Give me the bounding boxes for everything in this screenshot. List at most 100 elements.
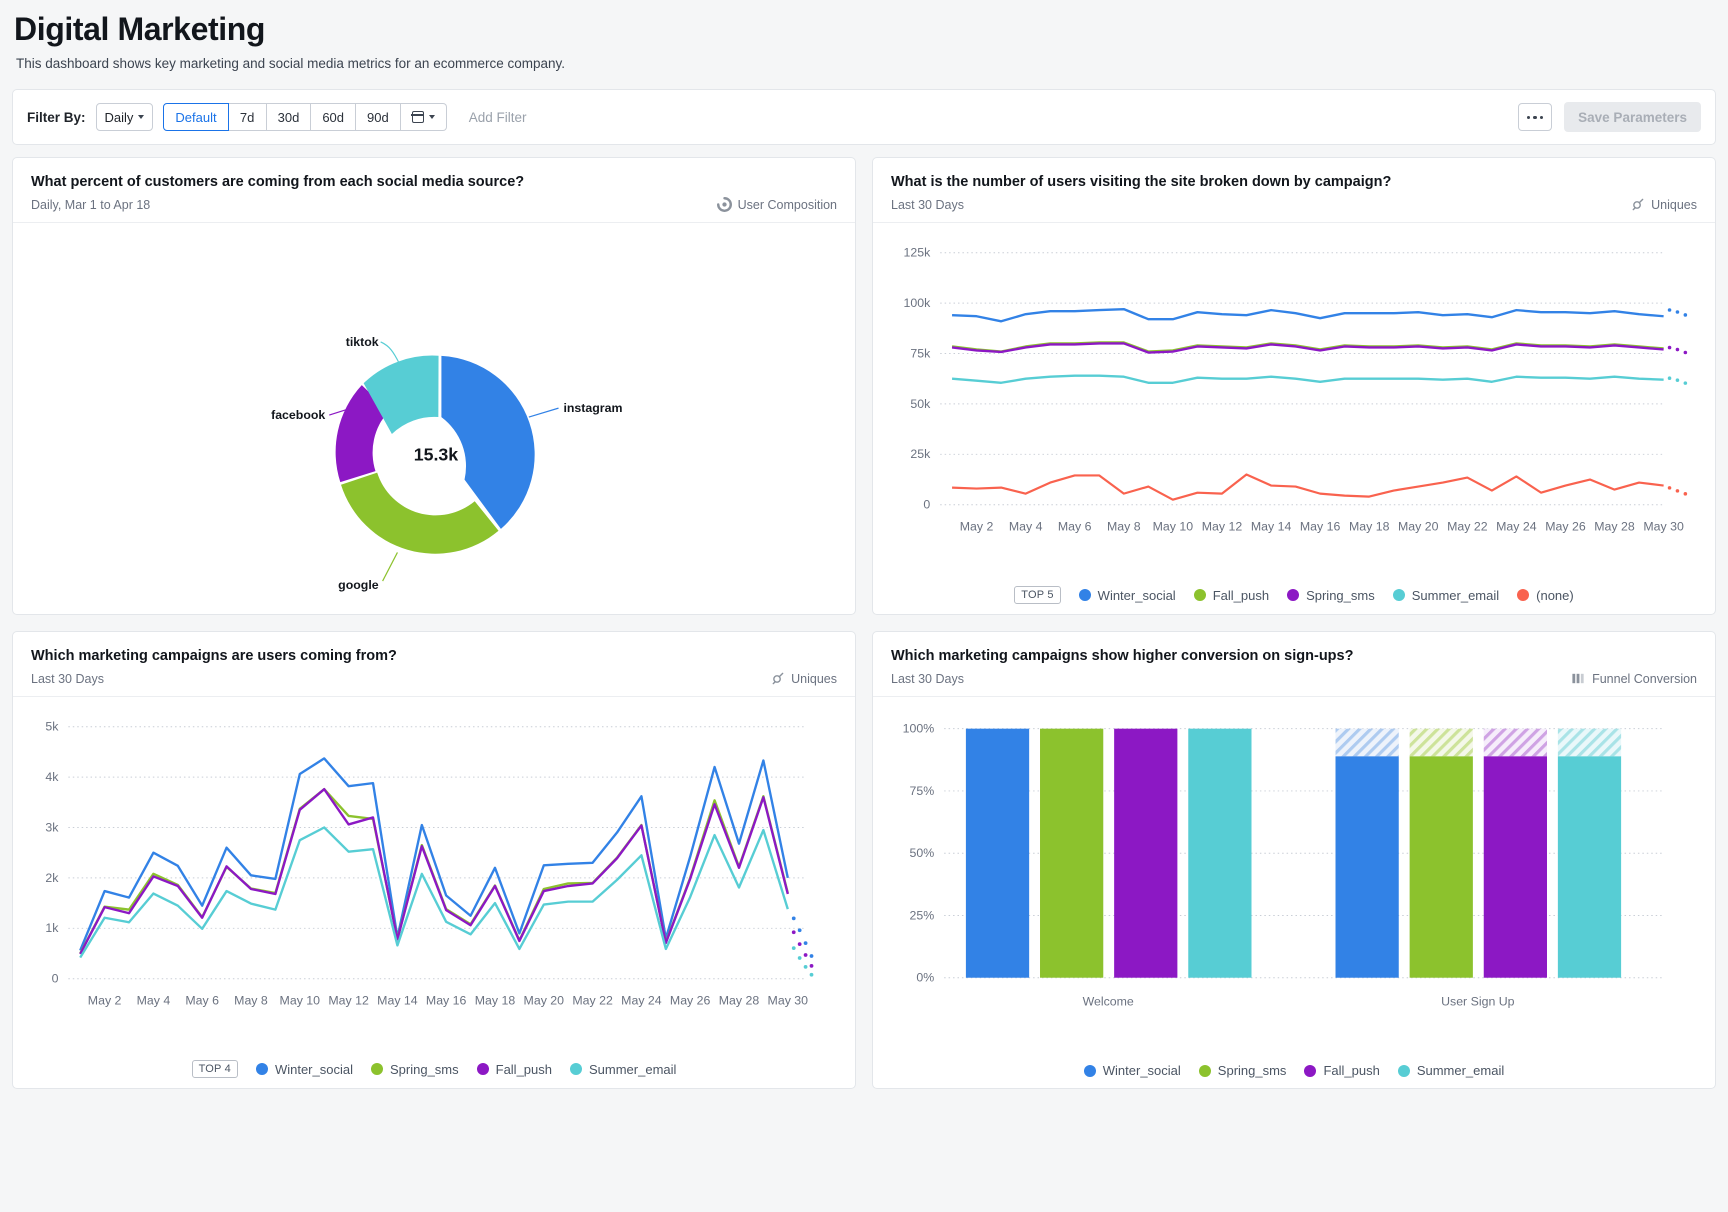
range-option-60d[interactable]: 60d [311,103,356,131]
x-tick-label: May 4 [137,994,171,1008]
interval-select[interactable]: Daily [96,103,154,131]
legend-item-winter-social[interactable]: Winter_social [1084,1063,1181,1078]
legend-item-fall-push[interactable]: Fall_push [1194,588,1269,603]
x-tick-label: May 22 [1447,520,1488,534]
legend-item-fall-push[interactable]: Fall_push [1304,1063,1379,1078]
filter-by-label: Filter By: [27,110,86,125]
tiles-grid: What percent of customers are coming fro… [12,157,1716,1089]
legend-swatch [1398,1065,1410,1077]
legend-label: Spring_sms [1306,588,1375,603]
x-tick-label: May 14 [377,994,418,1008]
range-option-90d[interactable]: 90d [356,103,401,131]
range-option-default[interactable]: Default [163,103,228,131]
legend-item-spring-sms[interactable]: Spring_sms [1287,588,1375,603]
legend-label: Spring_sms [1218,1063,1287,1078]
legend-label: Winter_social [1103,1063,1181,1078]
save-parameters-button[interactable]: Save Parameters [1564,102,1701,132]
tile-body: 5k 4k 3k 2k 1k 0 [13,696,855,1088]
y-tick-100: 100% [903,722,935,736]
line-chart-users-by-campaign: 125k 100k 75k 50k 25k 0 [873,223,1715,569]
x-tick-label: May 16 [1300,520,1341,534]
legend-item-spring-sms[interactable]: Spring_sms [371,1062,459,1077]
range-option-7d[interactable]: 7d [229,103,267,131]
x-tick-label: May 26 [1545,520,1586,534]
legend-item-none[interactable]: (none) [1517,588,1574,603]
bar-signup-winter-social[interactable] [1336,757,1399,978]
tile-title: Which marketing campaigns show higher co… [891,648,1697,664]
uniques-icon [1630,197,1645,212]
legend-swatch [371,1063,383,1075]
series-line-none[interactable] [952,475,1664,500]
legend-swatch [1393,589,1405,601]
bar-group-welcome [966,729,1252,978]
y-tick-0: 0% [916,971,934,985]
tile-meta[interactable]: Funnel Conversion [1571,671,1697,686]
x-tick-label: May 30 [1643,520,1684,534]
x-tick-label: May 8 [1107,520,1141,534]
bar-welcome-summer-email[interactable] [1188,729,1251,978]
x-tick-label: May 2 [960,520,994,534]
donut-leader-tiktok [381,342,400,364]
tile-body: 100% 75% 50% 25% 0% [873,696,1715,1088]
legend-swatch [477,1063,489,1075]
tile-meta-label: Uniques [791,672,837,686]
tile-users-by-campaign: What is the number of users visiting the… [872,157,1716,615]
tile-meta-label: Funnel Conversion [1592,672,1697,686]
x-tick-label: May 30 [768,994,809,1008]
projection-dots [792,917,814,977]
y-tick-25: 25% [910,909,935,923]
x-tick-welcome: Welcome [1083,995,1134,1009]
x-tick-label: May 26 [670,994,711,1008]
range-option-30d[interactable]: 30d [267,103,312,131]
legend-label: Fall_push [496,1062,552,1077]
more-options-button[interactable] [1518,103,1552,131]
series-line-summer-email[interactable] [80,828,788,958]
legend-item-summer-email[interactable]: Summer_email [1398,1063,1504,1078]
legend-swatch [1304,1065,1316,1077]
series-line-fall-push[interactable] [80,790,788,955]
donut-label-instagram: instagram [563,401,622,415]
tile-meta[interactable]: Uniques [1630,197,1697,212]
y-tick-50: 50% [910,847,935,861]
interval-select-value: Daily [105,110,134,125]
legend-item-winter-social[interactable]: Winter_social [256,1062,353,1077]
series-line-summer-email[interactable] [952,376,1664,383]
chart-legend: TOP 4 Winter_social Spring_sms Fall_push… [13,1060,855,1078]
tile-header: Which marketing campaigns show higher co… [873,632,1715,696]
bar-welcome-spring-sms[interactable] [1040,729,1103,978]
series-line-winter-social[interactable] [952,310,1664,322]
x-axis-tick-labels: May 2May 4May 6May 8May 10May 12May 14Ma… [88,994,808,1008]
y-tick-50k: 50k [910,397,931,411]
legend-swatch [1084,1065,1096,1077]
tile-meta[interactable]: User Composition [717,197,837,212]
donut-slice-instagram[interactable] [441,356,534,529]
series-line-winter-social[interactable] [80,759,788,951]
tile-title: What is the number of users visiting the… [891,174,1697,190]
legend-item-spring-sms[interactable]: Spring_sms [1199,1063,1287,1078]
add-filter-button[interactable]: Add Filter [469,110,527,125]
bar-signup-spring-sms[interactable] [1410,757,1473,978]
legend-item-winter-social[interactable]: Winter_social [1079,588,1176,603]
bar-signup-summer-email[interactable] [1558,757,1621,978]
x-tick-label: May 14 [1251,520,1292,534]
filter-bar: Filter By: Daily Default 7d 30d 60d 90d … [12,89,1716,145]
tile-header: What percent of customers are coming fro… [13,158,855,222]
x-tick-label: May 6 [185,994,219,1008]
uniques-icon [770,671,785,686]
series-line-spring-sms[interactable] [80,790,788,954]
x-tick-label: May 20 [524,994,565,1008]
legend-top-badge: TOP 5 [1014,586,1060,604]
y-tick-0: 0 [52,972,59,986]
page-title: Digital Marketing [14,10,1714,48]
x-tick-label: May 18 [1349,520,1390,534]
custom-date-range-button[interactable] [401,103,447,131]
x-tick-label: May 20 [1398,520,1439,534]
legend-item-summer-email[interactable]: Summer_email [1393,588,1499,603]
bar-welcome-winter-social[interactable] [966,729,1029,978]
legend-item-summer-email[interactable]: Summer_email [570,1062,676,1077]
bar-welcome-fall-push[interactable] [1114,729,1177,978]
bar-signup-fall-push[interactable] [1484,757,1547,978]
tile-meta[interactable]: Uniques [770,671,837,686]
legend-label: (none) [1536,588,1574,603]
legend-item-fall-push[interactable]: Fall_push [477,1062,552,1077]
